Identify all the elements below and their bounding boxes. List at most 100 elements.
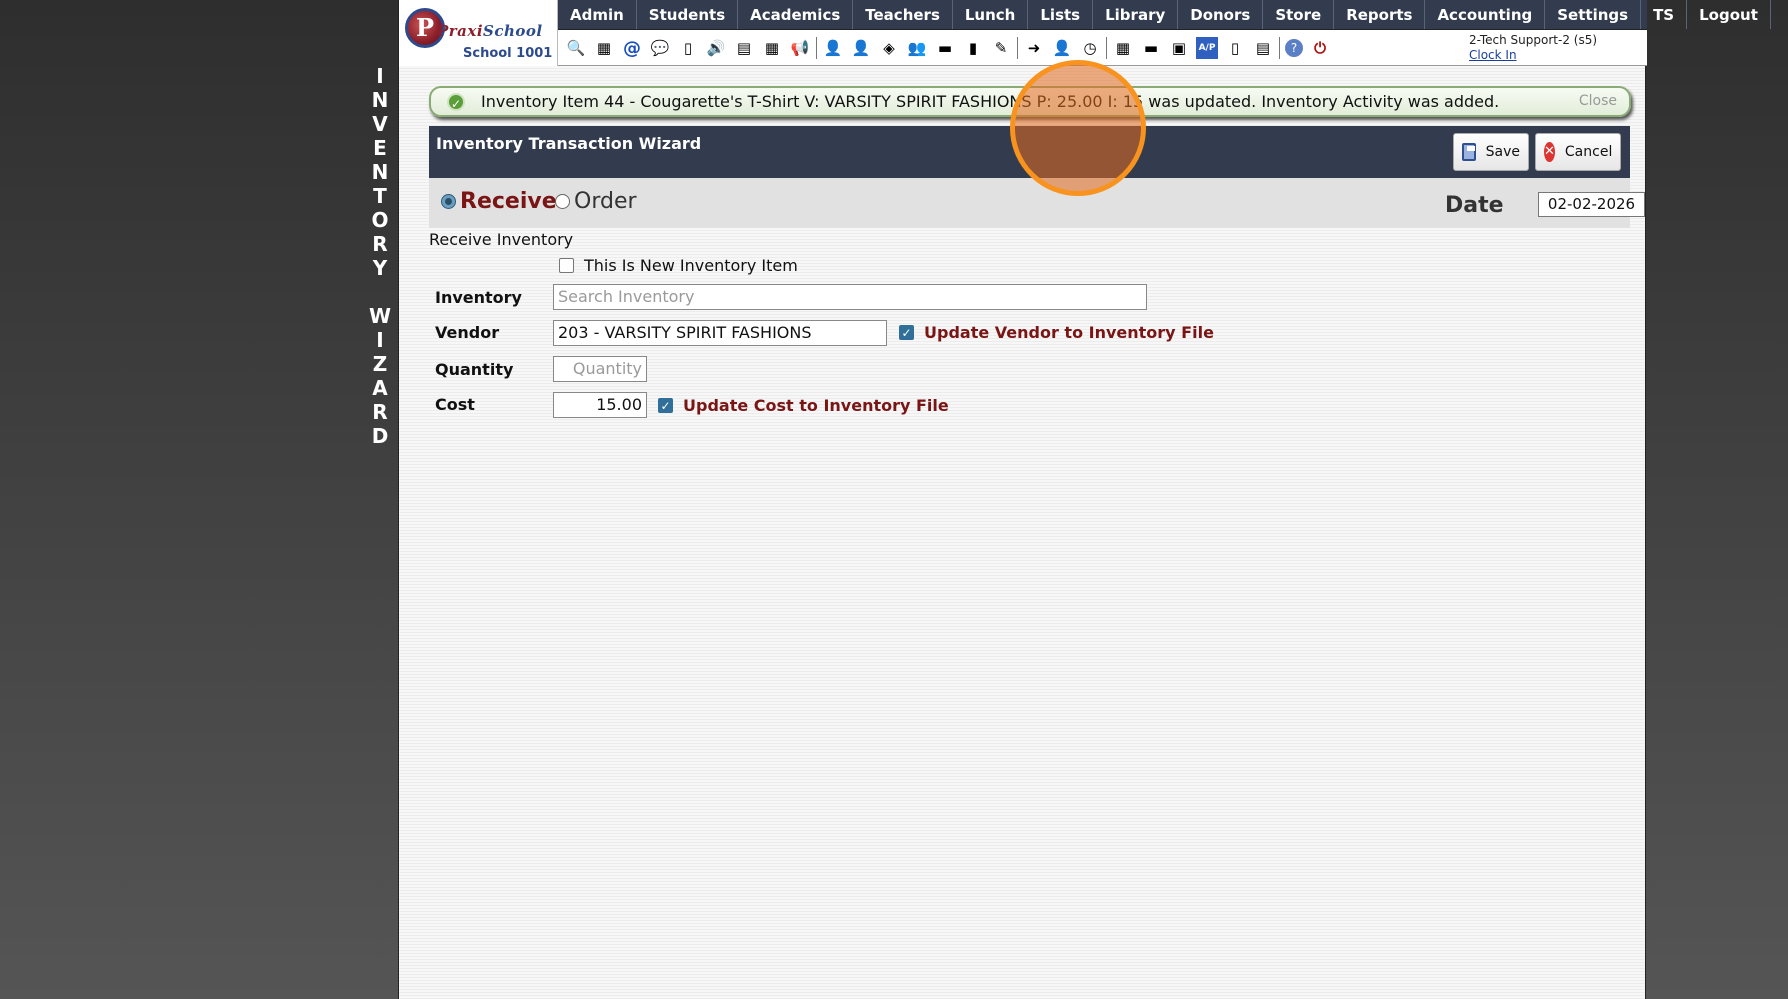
wizard-title: Inventory Transaction Wizard — [436, 134, 702, 153]
radio-receive-label: Receive — [460, 189, 557, 214]
message-text: Inventory Item 44 - Cougarette's T-Shirt… — [481, 92, 1500, 111]
nav-item-teachers[interactable]: Teachers — [853, 0, 953, 29]
clock-in-link[interactable]: Clock In — [1469, 48, 1597, 63]
teacher-icon[interactable]: 👤 — [822, 37, 844, 59]
side-label-inventory-wizard: INVENTORYWIZARD — [360, 64, 400, 448]
cancel-button-label: Cancel — [1564, 144, 1613, 160]
toolbar-separator — [1106, 37, 1107, 59]
inventory-search-input[interactable]: Search Inventory — [553, 284, 1147, 310]
new-item-checkbox[interactable] — [559, 258, 574, 273]
ap-icon[interactable]: A/P — [1196, 37, 1218, 59]
vendor-label: Vendor — [435, 323, 500, 342]
nav-item-library[interactable]: Library — [1093, 0, 1179, 29]
save-button[interactable]: Save — [1453, 133, 1529, 171]
radio-receive[interactable]: Receive — [441, 189, 557, 214]
export-icon[interactable]: ➜ — [1023, 37, 1045, 59]
logo-wordmark: PraxiSchool — [437, 22, 543, 40]
quantity-input[interactable]: Quantity — [553, 356, 647, 382]
chat-icon[interactable]: 💬 — [649, 37, 671, 59]
check-icon: ✓ — [447, 92, 465, 111]
click-highlight-circle — [1010, 60, 1146, 196]
side-label-letter: T — [373, 184, 387, 208]
mode-bar: Receive Order Date 02-02-2026 — [429, 178, 1645, 228]
calendar-icon[interactable]: ▦ — [761, 37, 783, 59]
speaker-icon[interactable]: 🔊 — [705, 37, 727, 59]
nav-item-lunch[interactable]: Lunch — [953, 0, 1029, 29]
update-cost-checkbox[interactable]: ✓ — [658, 398, 673, 413]
cost-input[interactable]: 15.00 — [553, 392, 647, 418]
side-label-letter: R — [372, 232, 388, 256]
search-icon[interactable]: 🔍 — [565, 37, 587, 59]
floppy-disk-icon — [1462, 143, 1476, 161]
toolbar-separator — [816, 37, 817, 59]
side-label-letter: W — [368, 304, 392, 328]
cancel-x-icon: ✕ — [1544, 142, 1555, 162]
tag-icon[interactable]: ◈ — [878, 37, 900, 59]
nav-item-accounting[interactable]: Accounting — [1425, 0, 1546, 29]
side-label-letter: I — [376, 328, 384, 352]
radio-receive-dot — [441, 194, 456, 209]
nav-item-ts[interactable]: TS — [1641, 0, 1688, 29]
mobile-icon[interactable]: ▯ — [677, 37, 699, 59]
student-icon[interactable]: 👤 — [850, 37, 872, 59]
nav-item-reports[interactable]: Reports — [1334, 0, 1426, 29]
date-label: Date — [1445, 193, 1504, 218]
new-item-label: This Is New Inventory Item — [584, 256, 798, 275]
megaphone-icon[interactable]: 📢 — [789, 37, 811, 59]
email-icon[interactable]: @ — [621, 37, 643, 59]
inventory-label: Inventory — [435, 288, 522, 307]
grid-icon[interactable]: ▦ — [593, 37, 615, 59]
nav-item-settings[interactable]: Settings — [1545, 0, 1642, 29]
side-label-letter: N — [371, 160, 389, 184]
table-icon[interactable]: ▦ — [1112, 37, 1134, 59]
register-icon[interactable]: ▣ — [1168, 37, 1190, 59]
logo-brand-part1: Praxi — [437, 22, 484, 40]
book-icon[interactable]: ▮ — [962, 37, 984, 59]
nav-item-students[interactable]: Students — [637, 0, 739, 29]
donor-icon[interactable]: ✎ — [990, 37, 1012, 59]
user-name: 2-Tech Support-2 (s5) — [1469, 33, 1598, 47]
power-icon[interactable]: ⏻ — [1309, 37, 1331, 59]
staff-icon[interactable]: 👤 — [1051, 37, 1073, 59]
side-label-letter: A — [372, 376, 388, 400]
clock-icon[interactable]: ◷ — [1079, 37, 1101, 59]
side-label-letter: N — [371, 88, 389, 112]
update-vendor-option[interactable]: ✓ Update Vendor to Inventory File — [899, 323, 1214, 342]
message-close-link[interactable]: Close — [1579, 93, 1617, 109]
page-frame: P PraxiSchool School 1001 Admin Students A… — [398, 0, 1771, 999]
logo[interactable]: P PraxiSchool School 1001 — [399, 0, 558, 66]
update-vendor-label: Update Vendor to Inventory File — [924, 323, 1214, 342]
nav-item-academics[interactable]: Academics — [738, 0, 854, 29]
lunch-icon[interactable]: ▬ — [934, 37, 956, 59]
update-cost-label: Update Cost to Inventory File — [683, 396, 949, 415]
nav-item-admin[interactable]: Admin — [558, 0, 637, 29]
nav-item-donors[interactable]: Donors — [1178, 0, 1264, 29]
school-name: School 1001 — [463, 46, 553, 61]
side-label-letter: Y — [372, 256, 388, 280]
radio-order[interactable]: Order — [555, 189, 637, 214]
help-icon[interactable]: ? — [1285, 39, 1303, 57]
card-icon[interactable]: ▬ — [1140, 37, 1162, 59]
toolbar-separator — [1017, 37, 1018, 59]
pdf-icon[interactable]: ▯ — [1224, 37, 1246, 59]
new-item-row: This Is New Inventory Item — [559, 256, 798, 275]
printer-icon[interactable]: ▤ — [1252, 37, 1274, 59]
main-nav: Admin Students Academics Teachers Lunch Lists… — [558, 0, 1771, 30]
vendor-input[interactable]: 203 - VARSITY SPIRIT FASHIONS — [553, 320, 887, 346]
toolbar-separator — [1279, 37, 1280, 59]
quantity-label: Quantity — [435, 360, 514, 379]
nav-item-store[interactable]: Store — [1263, 0, 1335, 29]
group-icon[interactable]: 👥 — [906, 37, 928, 59]
date-input[interactable]: 02-02-2026 — [1538, 192, 1645, 217]
update-cost-option[interactable]: ✓ Update Cost to Inventory File — [658, 396, 949, 415]
cancel-button[interactable]: ✕ Cancel — [1535, 133, 1621, 171]
radio-order-label: Order — [574, 189, 637, 214]
update-vendor-checkbox[interactable]: ✓ — [899, 325, 914, 340]
logo-brand-part2: School — [483, 22, 543, 40]
side-label-letter: I — [376, 64, 384, 88]
newsletter-icon[interactable]: ▤ — [733, 37, 755, 59]
nav-item-lists[interactable]: Lists — [1028, 0, 1094, 29]
nav-item-logout[interactable]: Logout — [1687, 0, 1771, 29]
radio-order-dot — [555, 194, 570, 209]
side-label-letter: O — [371, 208, 389, 232]
